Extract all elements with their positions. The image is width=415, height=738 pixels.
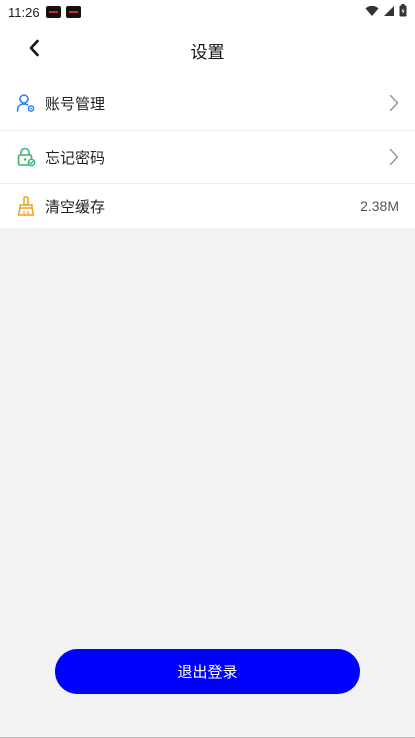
cell-signal-icon xyxy=(383,5,395,20)
page-title: 设置 xyxy=(190,42,225,63)
forgot-password-label: 忘记密码 xyxy=(45,148,106,167)
back-button[interactable] xyxy=(22,38,46,62)
lock-check-icon xyxy=(16,147,36,167)
clear-cache-row[interactable]: 清空缓存 2.38M xyxy=(0,183,415,228)
logout-button[interactable]: 退出登录 xyxy=(55,649,360,694)
chevron-right-icon xyxy=(389,94,399,112)
account-management-row[interactable]: 账号管理 xyxy=(0,76,415,130)
chevron-left-icon xyxy=(28,39,40,61)
settings-screen: 11:26 设置 账号管理 忘记密码 清空缓存 2.38M 退出登录 xyxy=(0,0,415,738)
forgot-password-row[interactable]: 忘记密码 xyxy=(0,130,415,183)
account-management-label: 账号管理 xyxy=(45,94,106,113)
notification-icon xyxy=(65,6,81,18)
notification-icon xyxy=(45,6,61,18)
settings-list: 账号管理 忘记密码 清空缓存 2.38M xyxy=(0,76,415,228)
broom-icon xyxy=(16,196,36,216)
chevron-right-icon xyxy=(389,148,399,166)
app-header: 设置 xyxy=(0,24,415,76)
cache-size-value: 2.38M xyxy=(360,198,399,214)
battery-icon xyxy=(399,4,407,20)
status-indicators xyxy=(365,4,407,20)
status-time: 11:26 xyxy=(8,4,40,20)
clear-cache-label: 清空缓存 xyxy=(45,197,106,216)
wifi-icon xyxy=(365,5,379,20)
status-bar: 11:26 xyxy=(0,0,415,24)
user-gear-icon xyxy=(16,93,36,113)
